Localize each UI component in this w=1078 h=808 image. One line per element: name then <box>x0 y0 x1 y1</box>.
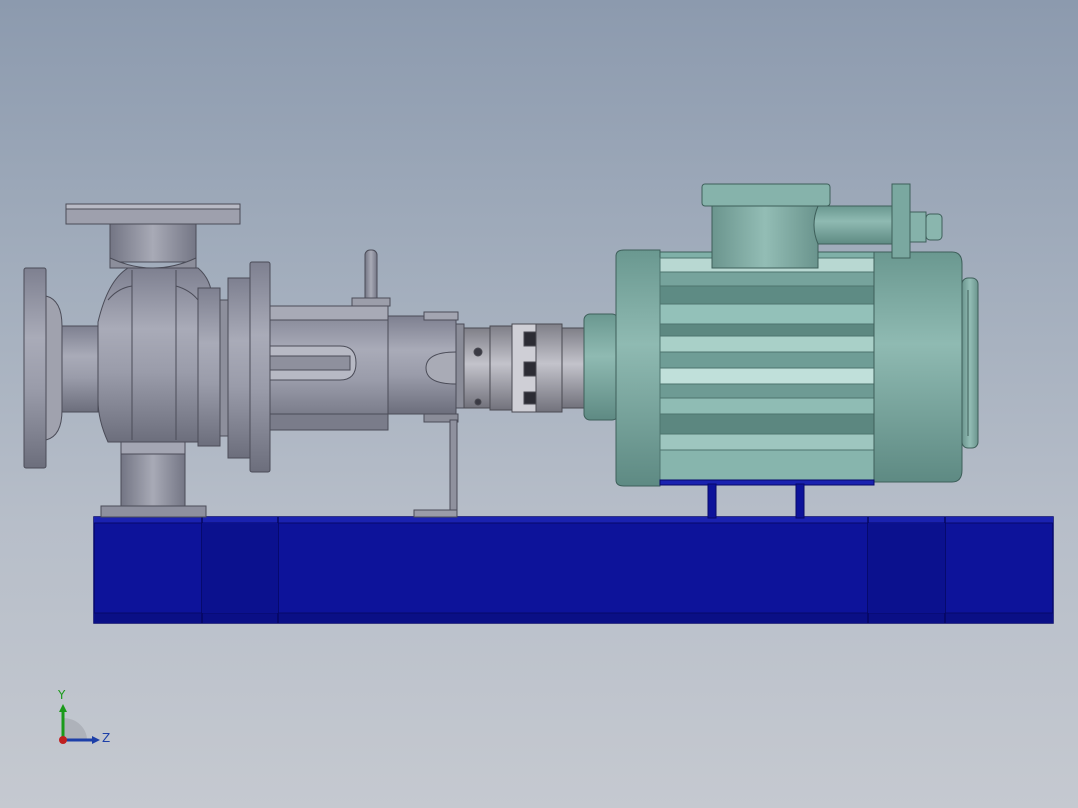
y-axis-label: Y <box>58 688 66 702</box>
z-axis-label: Z <box>102 731 111 745</box>
electric-motor[interactable] <box>583 249 979 487</box>
shaft-coupling[interactable] <box>463 323 587 413</box>
pump-casing[interactable] <box>23 203 271 518</box>
base-frame[interactable] <box>93 516 1054 624</box>
graphics-viewport[interactable]: Y Z <box>0 0 1078 808</box>
x-axis-origin <box>59 736 67 744</box>
pump-assembly-model[interactable] <box>0 0 1078 808</box>
bearing-bracket[interactable] <box>269 249 465 518</box>
motor-feet <box>659 479 875 519</box>
motor-cooling-fins <box>659 257 875 481</box>
